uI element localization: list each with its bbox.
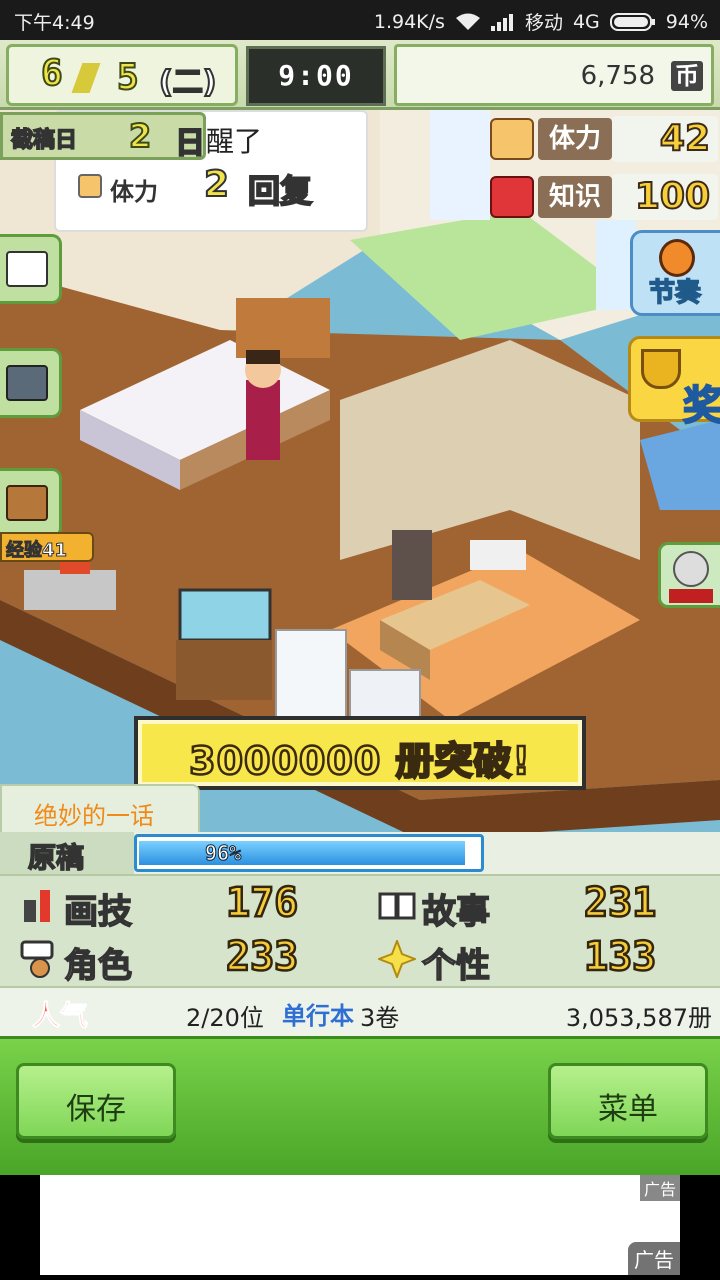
deadline-badge: 截稿日 2 日 <box>0 112 206 162</box>
status-time: 下午4:49 <box>14 12 95 34</box>
open-book-icon <box>378 886 416 924</box>
speech-text: 醒了 <box>206 125 263 158</box>
carrier: 移动 <box>524 12 563 34</box>
menu-label: 菜单 <box>598 1092 658 1127</box>
attributes-panel: 画技 176 故事 231 角色 233 个性 133 <box>0 874 720 987</box>
avatar-icon <box>673 551 709 587</box>
save-label: 保存 <box>66 1092 126 1127</box>
character-stat: 角色 233 <box>20 932 360 987</box>
leaf-icon <box>71 63 101 93</box>
avatar-body <box>669 589 713 603</box>
personality-value: 133 <box>583 933 658 982</box>
popularity-rank: 2/20位 <box>186 1004 264 1032</box>
briefcase-icon <box>6 485 48 521</box>
speech-stat-unit: 回复 <box>247 171 313 211</box>
volumes-label: 单行本 <box>282 1002 354 1030</box>
speech-stat-label: 体力 <box>110 178 158 206</box>
status-bar: 下午4:49 1.94K/s 移动 4G 94% <box>0 0 720 40</box>
status-right: 1.94K/s 移动 4G 94% <box>374 8 708 35</box>
episode-tab: 绝妙的一话 <box>0 784 200 832</box>
manuscript-label: 原稿 <box>27 840 85 875</box>
exp-text: 经验41 <box>5 540 68 562</box>
ad-tag: 广告 <box>639 1175 680 1201</box>
trophy-icon <box>641 349 681 389</box>
date-box: 6 5 (二) <box>6 44 238 106</box>
stamina-row: 体力 42 <box>486 112 720 166</box>
knowledge-row: 知识 100 <box>486 170 720 224</box>
game-area[interactable]: 6 5 (二) 9:00 6,758 币 醒了 体力 2 回复 截稿日 2 日 … <box>0 40 720 1175</box>
day: 5 <box>116 56 140 99</box>
manuscript-label-box: 原稿 <box>0 832 134 875</box>
award-label: 奖 <box>682 382 720 430</box>
progress-percent: 96% <box>204 841 242 866</box>
save-button[interactable]: 保存 <box>16 1063 176 1139</box>
speech-stat-value: 2 <box>203 163 230 206</box>
currency-icon: 币 <box>671 61 703 91</box>
book-icon <box>490 176 534 218</box>
stamina-value: 42 <box>612 116 718 162</box>
progress-fill <box>139 841 465 865</box>
deadline-unit: 日 <box>174 125 206 162</box>
wifi-icon <box>455 13 481 31</box>
story-stat: 故事 231 <box>378 878 718 933</box>
personality-label: 个性 <box>421 945 491 987</box>
deadline-value: 2 <box>128 116 152 156</box>
month: 6 <box>40 52 64 95</box>
character-label: 角色 <box>63 945 133 987</box>
episode-title: 绝妙的一话 <box>34 802 154 830</box>
story-label: 故事 <box>421 891 491 933</box>
rhythm-label: 节奏 <box>648 277 702 309</box>
bottom-action-bar: 保存 菜单 <box>0 1036 720 1175</box>
briefcase-button[interactable] <box>0 468 62 538</box>
sales-count: 3,053,587册 <box>565 1004 712 1032</box>
pencil-icon <box>6 251 48 287</box>
speech-face-icon <box>20 940 58 978</box>
net-speed: 1.94K/s <box>373 10 445 33</box>
popularity-label: 人气 <box>31 999 89 1033</box>
milestone-text: 3000000 册突破! <box>188 738 531 785</box>
battery-icon <box>609 12 656 32</box>
battery-percent: 94% <box>665 10 708 33</box>
personality-stat: 个性 133 <box>376 932 718 987</box>
manuscript-row: 原稿 96% <box>0 832 720 875</box>
knowledge-label: 知识 <box>538 176 612 218</box>
menu-button[interactable]: 菜单 <box>548 1063 708 1139</box>
money-box: 6,758 币 <box>394 44 714 106</box>
character-value: 233 <box>225 933 300 982</box>
award-button[interactable]: 奖 <box>628 336 720 430</box>
clock-time: 9:00 <box>278 59 354 92</box>
assistant-avatar-button[interactable] <box>658 542 720 608</box>
sparkle-icon <box>376 938 418 980</box>
story-value: 231 <box>583 879 658 928</box>
milestone-banner: 3000000 册突破! <box>134 716 586 790</box>
drawing-label: 画技 <box>63 891 133 933</box>
popularity-row: 人气 2/20位 单行本 3卷 3,053,587册 <box>0 986 720 1036</box>
ad-tag-bottom[interactable]: 广告 <box>628 1242 680 1275</box>
brush-icon <box>20 886 58 924</box>
weekday: (二) <box>158 64 217 101</box>
stamina-knowledge-panel: 体力 42 知识 100 <box>486 112 720 228</box>
volumes-count: 3卷 <box>360 1004 400 1032</box>
drawing-value: 176 <box>225 879 300 928</box>
knowledge-value: 100 <box>612 174 718 220</box>
signal-icon <box>490 13 515 31</box>
money-amount: 6,758 <box>580 61 655 91</box>
rhythm-button[interactable]: 节奏 <box>630 230 720 316</box>
exp-badge: 经验41 <box>0 532 94 562</box>
deadline-label: 截稿日 <box>10 127 78 154</box>
stamina-label: 体力 <box>538 118 612 160</box>
stamina-icon <box>78 174 102 198</box>
ad-banner[interactable]: 广告 广告 <box>40 1175 680 1275</box>
camera-button[interactable] <box>0 348 62 418</box>
top-bar: 6 5 (二) 9:00 6,758 币 <box>0 40 720 110</box>
manuscript-progress-bar: 96% <box>134 834 484 872</box>
drawing-stat: 画技 176 <box>20 878 360 933</box>
clock-display: 9:00 <box>246 46 386 106</box>
camera-icon <box>6 365 48 401</box>
stamina-icon <box>490 118 534 160</box>
edit-button[interactable] <box>0 234 62 304</box>
network-type: 4G <box>572 10 600 33</box>
